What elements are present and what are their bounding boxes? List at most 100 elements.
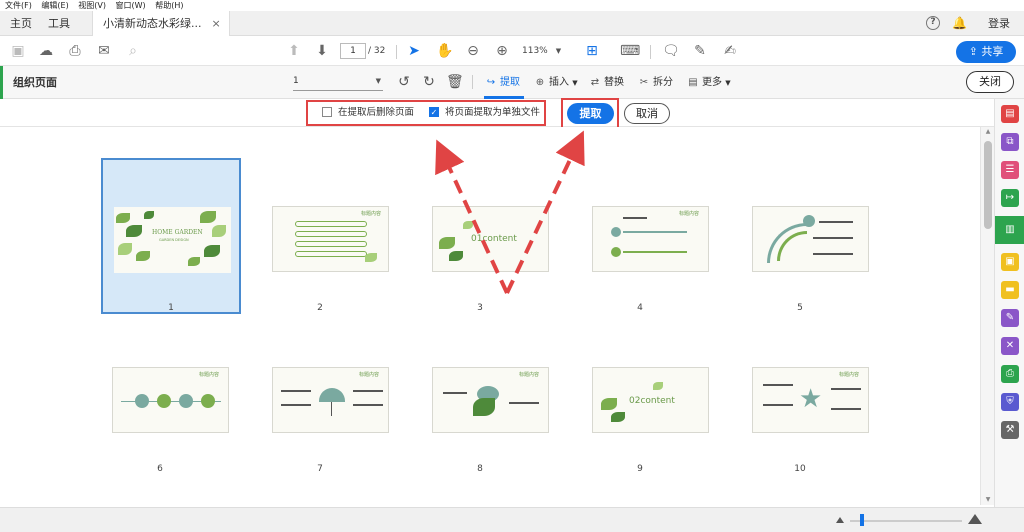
leaf-decoration (601, 398, 617, 410)
create-pdf-icon[interactable]: ▤ (1001, 105, 1019, 123)
page-number: 10 (794, 464, 806, 474)
share-icon: ⇪ (968, 45, 982, 58)
menu-edit[interactable]: 编辑(E) (41, 1, 68, 10)
zoom-level: 113% (522, 46, 548, 56)
page-thumbnail-8[interactable]: 标题内容 8 (410, 319, 550, 475)
page-thumbnail-2[interactable]: 标题内容 2 (250, 158, 390, 314)
scroll-up-icon[interactable]: ▲ (981, 127, 995, 137)
sign-icon[interactable]: ✍ (722, 43, 738, 59)
thumbnail-zoom-slider[interactable] (850, 520, 962, 522)
replace-tool[interactable]: ⇄ 替换 (588, 66, 624, 99)
zoom-out-icon[interactable]: ⊖ (465, 43, 481, 59)
more-tool[interactable]: ▤ 更多 ▼ (686, 66, 730, 100)
organize-pages-icon[interactable]: ▥ (995, 216, 1024, 244)
page-number-input[interactable]: 1 (340, 43, 366, 59)
split-tool[interactable]: ✂ 拆分 (637, 66, 673, 99)
vertical-scrollbar[interactable]: ▲ ▼ (980, 127, 994, 505)
page-thumbnail-7[interactable]: 标题内容 7 (250, 319, 390, 475)
close-icon[interactable]: × (212, 17, 221, 30)
menu-file[interactable]: 文件(F) (5, 1, 32, 10)
page-number: 9 (637, 464, 643, 474)
zoom-search-icon[interactable]: ⌕ (125, 43, 141, 59)
page-thumbnail-1[interactable]: HOME GARDEN GARDEN DESIGN 1 (101, 158, 241, 314)
slide-circle (135, 394, 149, 408)
print-production-icon[interactable]: ⎙ (1001, 365, 1019, 383)
menu-help[interactable]: 帮助(H) (155, 1, 183, 10)
extract-button[interactable]: 提取 (567, 103, 614, 124)
slide-circle (179, 394, 193, 408)
combine-files-icon[interactable]: ⧉ (1001, 133, 1019, 151)
tab-document[interactable]: 小清新动态水彩绿... × (92, 11, 230, 37)
tab-tools[interactable]: 工具 (48, 11, 70, 36)
tool-title: 组织页面 (13, 76, 57, 89)
help-icon[interactable]: ? (926, 16, 940, 30)
split-tool-label: 拆分 (653, 77, 673, 88)
comment-icon[interactable]: ▬ (1001, 281, 1019, 299)
toolbar-divider (396, 45, 397, 59)
page-thumbnail-6[interactable]: 标题内容 6 (90, 319, 230, 475)
print-icon[interactable]: ⎙ (67, 43, 83, 59)
menu-window[interactable]: 窗口(W) (116, 1, 146, 10)
protect-shield-icon[interactable]: ⛨ (1001, 393, 1019, 411)
bell-icon[interactable]: 🔔 (952, 16, 967, 30)
page-up-icon[interactable]: ⬆ (286, 43, 302, 59)
zoom-large-icon[interactable] (968, 514, 982, 524)
leaf-decoration (449, 251, 463, 261)
login-link[interactable]: 登录 (988, 11, 1010, 36)
save-icon[interactable]: ▣ (10, 43, 26, 59)
text-line (281, 390, 311, 392)
page-thumbnail-10[interactable]: 标题内容 ★ 10 (730, 319, 870, 475)
tab-home[interactable]: 主页 (10, 11, 32, 36)
fill-sign-icon[interactable]: ✎ (1001, 309, 1019, 327)
page-thumbnail-3[interactable]: 01content 3 (410, 158, 550, 314)
page-number: 3 (477, 303, 483, 313)
text-line (831, 388, 861, 390)
fit-page-icon[interactable]: ⊞ (584, 43, 600, 59)
share-button[interactable]: ⇪ 共享 (956, 41, 1016, 63)
leaf-decoration (118, 243, 132, 255)
select-cursor-icon[interactable]: ➤ (406, 43, 422, 59)
main-toolbar: ▣ ☁ ⎙ ✉ ⌕ ⬆ ⬇ 1 / 32 ➤ ✋ ⊖ ⊕ 113% ▼ ⊞ ⌨ 🗨… (0, 36, 1024, 66)
pen-icon[interactable]: ✎ (692, 43, 708, 59)
toolbar-divider (650, 45, 651, 59)
zoom-small-icon[interactable] (836, 517, 844, 523)
close-tool-button[interactable]: 关闭 (966, 71, 1014, 93)
mail-icon[interactable]: ✉ (96, 43, 112, 59)
leaf-decoration (439, 237, 455, 249)
zoom-in-icon[interactable]: ⊕ (494, 43, 510, 59)
more-tools-icon[interactable]: ⚒ (1001, 421, 1019, 439)
extract-tool[interactable]: ↪ 提取 (484, 66, 520, 99)
right-tools-pane: ▤ ⧉ ☰ ↦ ▥ ▣ ▬ ✎ ✕ ⎙ ⛨ ⚒ (994, 99, 1024, 507)
page-down-icon[interactable]: ⬇ (314, 43, 330, 59)
export-pdf-icon[interactable]: ↦ (1001, 189, 1019, 207)
slide-circle (803, 215, 815, 227)
comment-icon[interactable]: 🗨 (662, 43, 680, 59)
toolbar-divider (472, 75, 473, 89)
cancel-button[interactable]: 取消 (624, 103, 670, 124)
edit-pdf-icon[interactable]: ☰ (1001, 161, 1019, 179)
page-thumbnail-4[interactable]: 标题内容 4 (570, 158, 710, 314)
rotate-left-icon[interactable]: ↺ (396, 74, 412, 90)
upload-icon[interactable]: ☁ (38, 43, 54, 59)
slide-title: 01content (471, 234, 517, 244)
insert-tool[interactable]: ⊕ 插入 ▼ (533, 66, 578, 100)
zoom-level-select[interactable]: 113% ▼ (522, 43, 570, 59)
page-thumbnail-5[interactable]: 5 (730, 158, 870, 314)
scroll-down-icon[interactable]: ▼ (981, 495, 995, 505)
hand-icon[interactable]: ✋ (436, 43, 453, 59)
rotate-right-icon[interactable]: ↻ (421, 74, 437, 90)
share-label: 共享 (981, 45, 1004, 58)
keyboard-icon[interactable]: ⌨ (620, 43, 640, 59)
text-line (353, 390, 383, 392)
status-bar (0, 507, 1024, 532)
scrollbar-thumb[interactable] (984, 141, 992, 229)
send-signature-icon[interactable]: ✕ (1001, 337, 1019, 355)
trash-icon[interactable]: 🗑 (446, 74, 464, 90)
insert-tool-label: 插入 (549, 77, 569, 88)
enhance-scan-icon[interactable]: ▣ (1001, 253, 1019, 271)
leaf-decoration (653, 382, 663, 390)
page-range-select[interactable]: 1 ▼ (293, 74, 383, 91)
page-thumbnail-9[interactable]: 02content 9 (570, 319, 710, 475)
zoom-slider-thumb[interactable] (860, 514, 864, 526)
menu-view[interactable]: 视图(V) (78, 1, 106, 10)
